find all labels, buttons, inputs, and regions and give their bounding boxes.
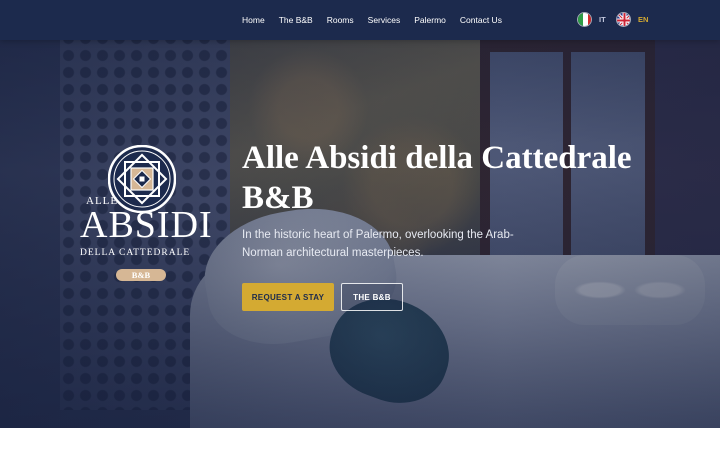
logo-text-della-cattedrale: DELLA CATTEDRALE	[80, 248, 191, 258]
nav-item-services[interactable]: Services	[368, 15, 401, 25]
nav-item-contact-us[interactable]: Contact Us	[460, 15, 502, 25]
language-switch-en[interactable]: EN	[616, 12, 648, 27]
nav-item-rooms[interactable]: Rooms	[327, 15, 354, 25]
nav-item-home[interactable]: Home	[242, 15, 265, 25]
the-bnb-button[interactable]: THE B&B	[341, 283, 403, 311]
hero-title: Alle Absidi della Cattedrale B&B	[242, 140, 632, 216]
site-logo[interactable]: ALLE ABSIDI DELLA CATTEDRALE B&B	[80, 145, 212, 285]
page-content-start	[0, 428, 720, 450]
hero-subtitle: In the historic heart of Palermo, overlo…	[242, 229, 514, 259]
nav-item-palermo[interactable]: Palermo	[414, 15, 446, 25]
italy-flag-icon	[577, 12, 592, 27]
logo-text-absidi: ABSIDI	[80, 204, 213, 246]
main-menu: Home The B&B Rooms Services Palermo Cont…	[242, 0, 502, 40]
request-stay-button[interactable]: REQUEST A STAY	[242, 283, 334, 311]
language-code-en: EN	[638, 15, 649, 24]
uk-flag-icon	[616, 12, 631, 27]
language-code-it: IT	[599, 15, 606, 24]
language-switch-it[interactable]: IT	[577, 12, 606, 27]
top-navbar: Home The B&B Rooms Services Palermo Cont…	[0, 0, 720, 40]
logo-badge-bnb: B&B	[116, 269, 166, 281]
nav-item-the-bnb[interactable]: The B&B	[279, 15, 313, 25]
